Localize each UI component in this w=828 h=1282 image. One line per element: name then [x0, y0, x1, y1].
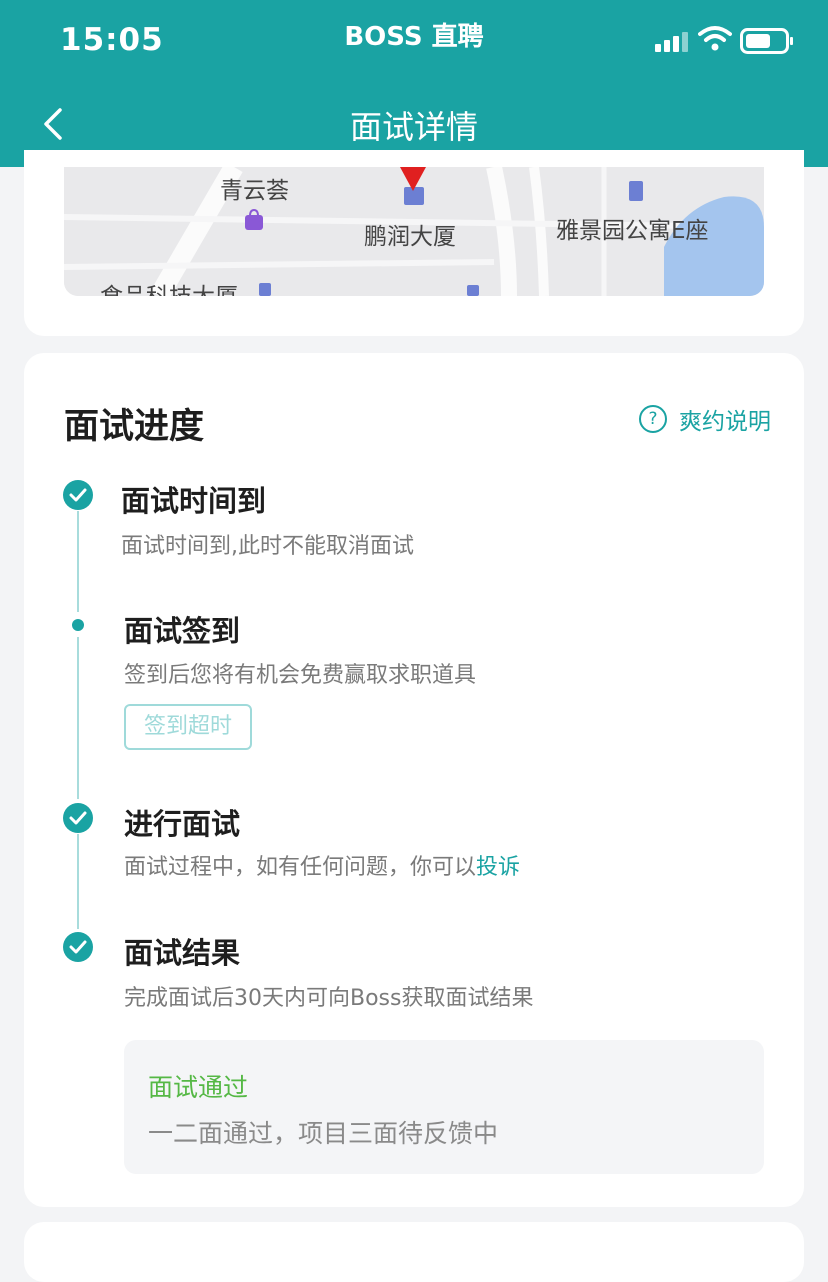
- shopping-bag-icon: [245, 209, 263, 230]
- timeline-connector: [77, 511, 79, 612]
- result-status: 面试通过: [148, 1073, 249, 1102]
- map-label: 雅景园公寓E座: [556, 218, 709, 244]
- step-title: 面试结果: [124, 936, 241, 970]
- next-card: [24, 1222, 804, 1282]
- battery-icon: [740, 28, 793, 54]
- status-bar: 15:05 BOSS 直聘: [0, 0, 828, 80]
- map-label: 青云荟: [220, 178, 289, 204]
- step-description-text: 面试过程中，如有任何问题，你可以: [124, 855, 477, 880]
- map-pin-icon: [400, 167, 426, 191]
- result-note: 一二面通过，项目三面待反馈中: [148, 1119, 499, 1148]
- step-current-dot: [72, 619, 84, 631]
- section-title: 面试进度: [64, 407, 205, 447]
- step-description: 面试时间到,此时不能取消面试: [121, 534, 414, 559]
- step-description: 面试过程中，如有任何问题，你可以投诉: [124, 849, 520, 881]
- complaint-link[interactable]: 投诉: [476, 855, 520, 880]
- step-done-check-icon: [63, 932, 93, 962]
- timeline-connector: [77, 637, 79, 799]
- step-description: 签到后您将有机会免费赢取求职道具: [124, 663, 477, 688]
- step-title: 面试签到: [124, 614, 241, 648]
- map-label: 鹏润大厦: [364, 224, 456, 250]
- step-title: 进行面试: [124, 807, 241, 841]
- step-description: 完成面试后30天内可向Boss获取面试结果: [124, 986, 534, 1011]
- timeline-connector: [77, 834, 79, 929]
- step-title: 面试时间到: [121, 484, 267, 518]
- help-link-label: 爽约说明: [679, 409, 771, 435]
- signal-icon: [655, 32, 688, 52]
- step-done-check-icon: [63, 480, 93, 510]
- checkin-timeout-button[interactable]: 签到超时: [124, 704, 252, 750]
- question-icon: ?: [639, 405, 667, 433]
- interview-result-box: [124, 1040, 764, 1174]
- step-done-check-icon: [63, 803, 93, 833]
- wifi-icon: [698, 26, 732, 51]
- location-map[interactable]: 青云荟 鹏润大厦 雅景园公寓E座 食品科技大厦: [64, 167, 764, 296]
- page-title: 面试详情: [349, 108, 478, 146]
- map-label: 食品科技大厦: [100, 277, 238, 296]
- no-show-explanation-link[interactable]: ? 爽约说明: [639, 404, 771, 435]
